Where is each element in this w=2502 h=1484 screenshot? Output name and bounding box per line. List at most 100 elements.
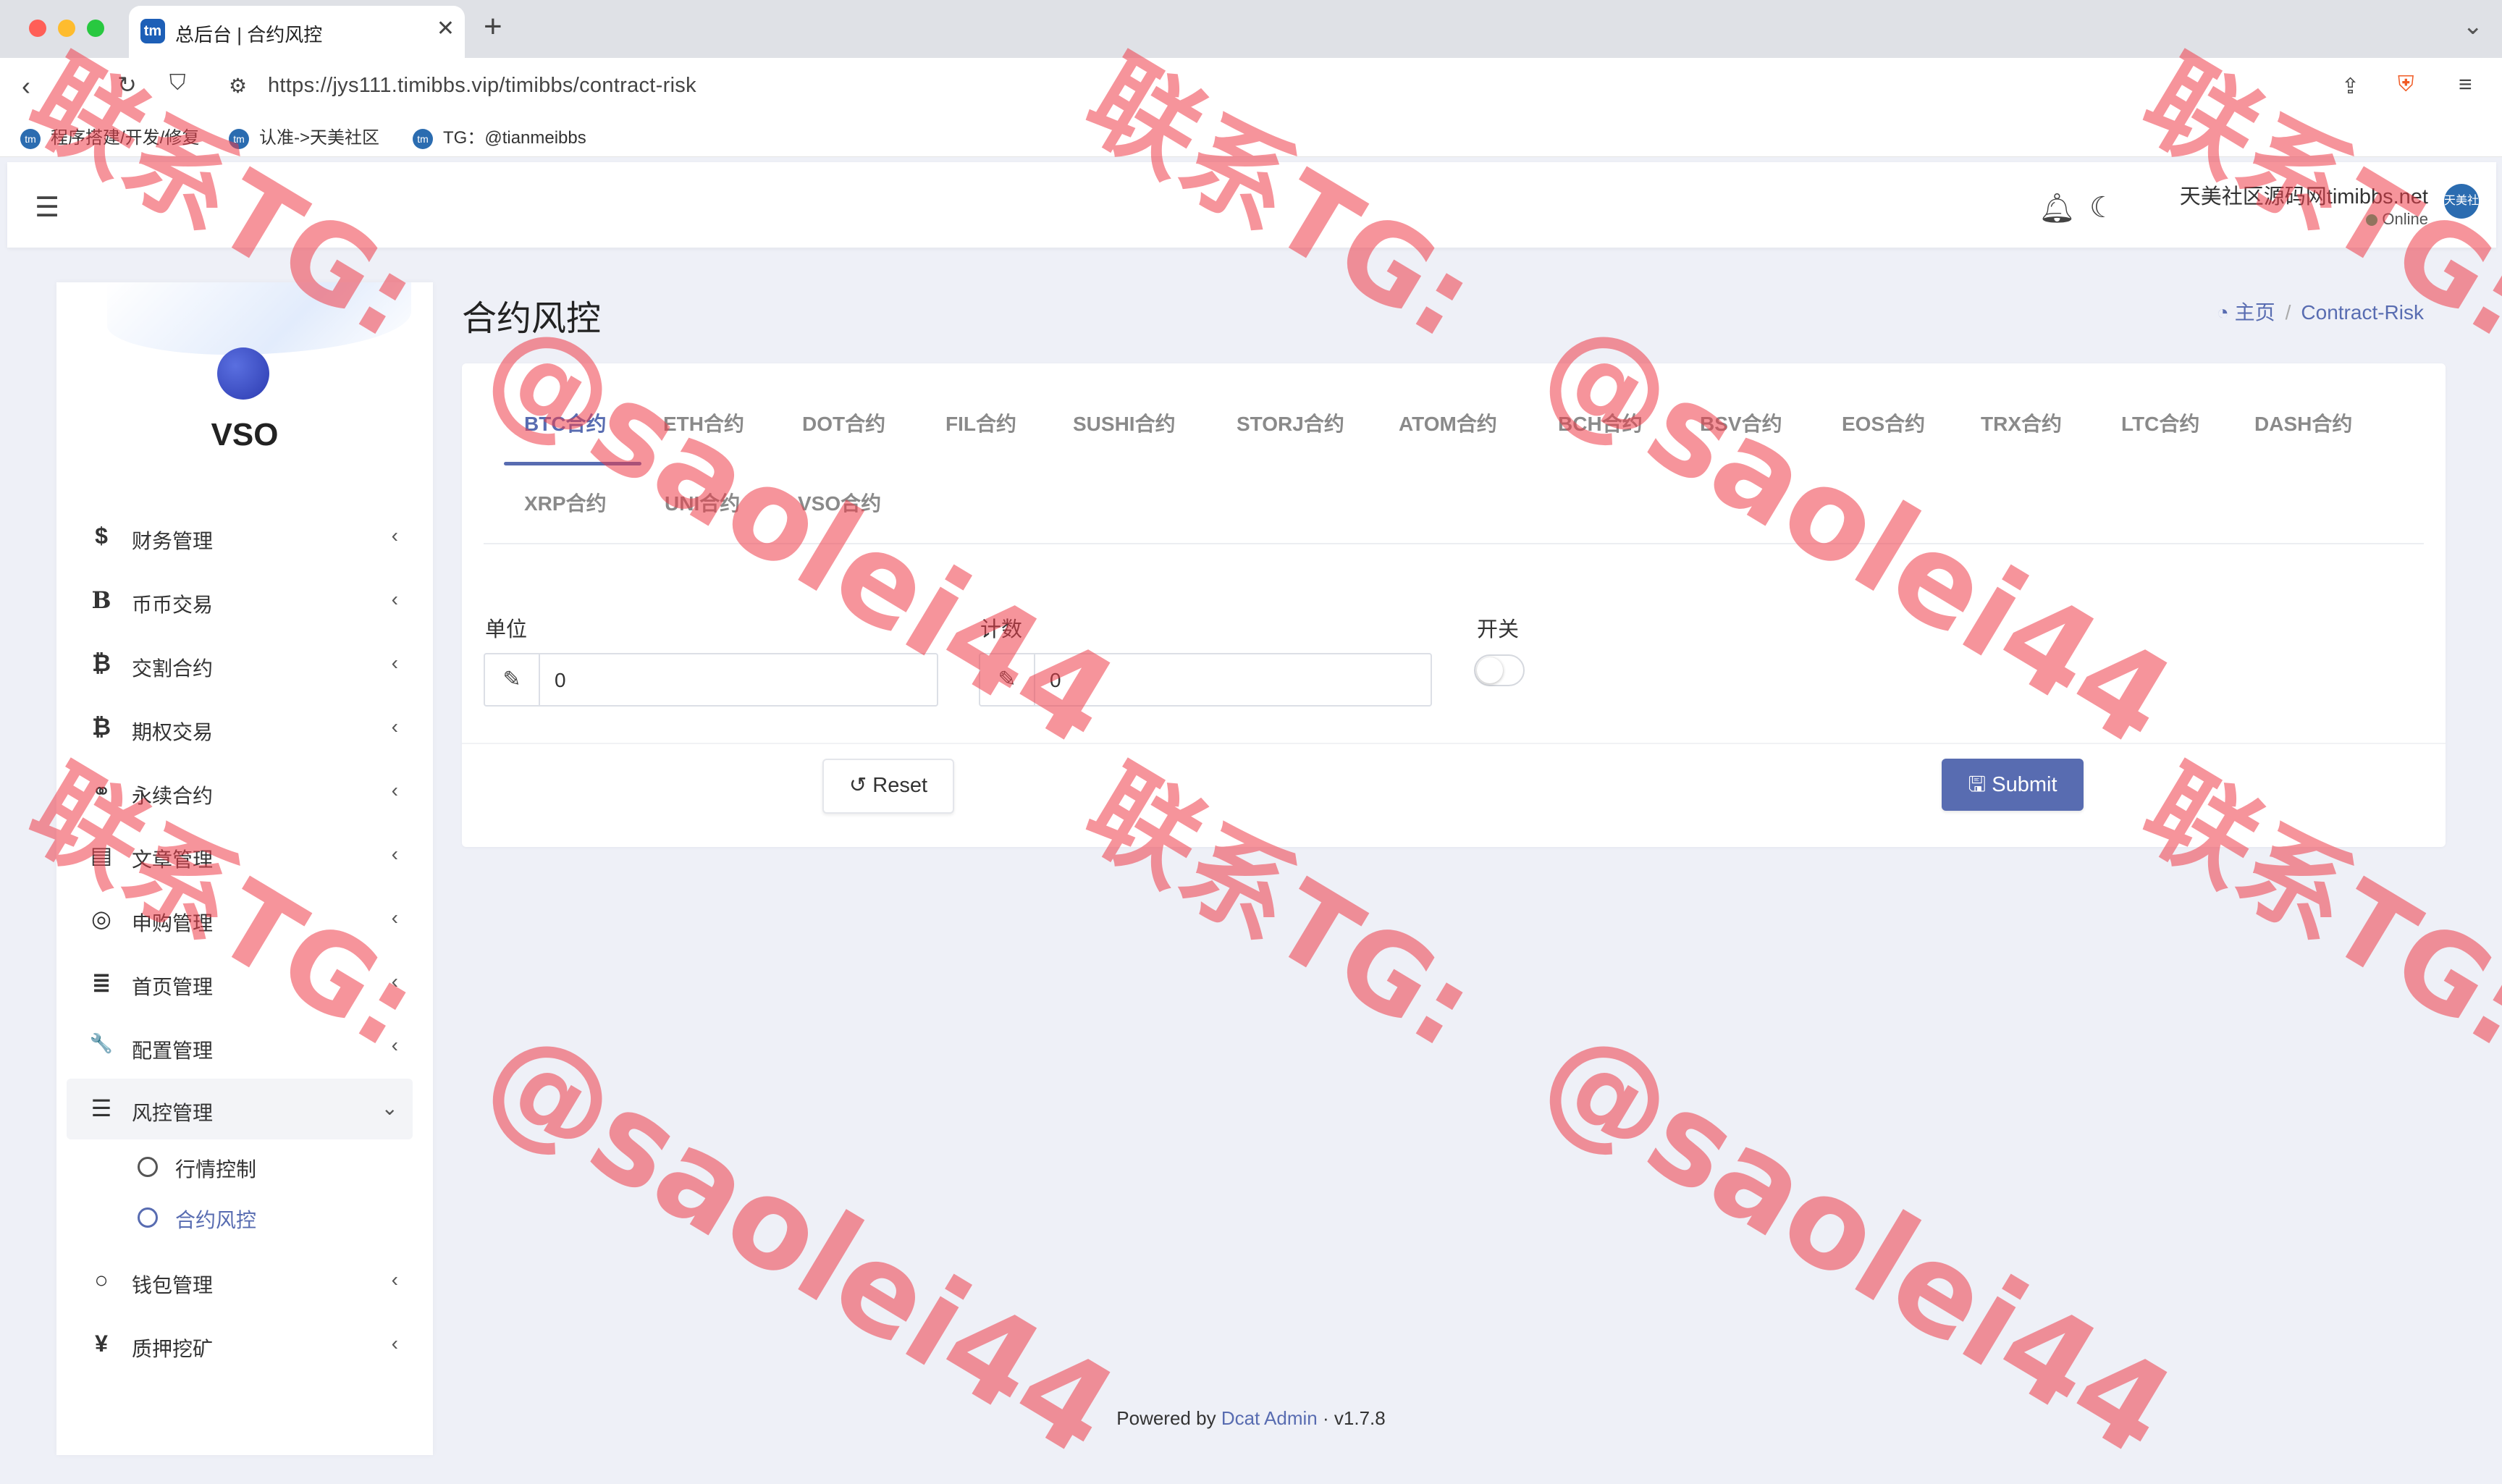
submenu-label: 行情控制 <box>175 1158 257 1181</box>
sidebar-item-label: 钱包管理 <box>132 1274 214 1297</box>
share-icon[interactable]: ⇪ <box>2341 74 2359 99</box>
btc-icon: ₿ <box>91 650 111 676</box>
tab-atom[interactable]: ATOM合约 <box>1399 408 1497 437</box>
sidebar-item-label: 交割合约 <box>132 657 214 680</box>
browser-tab[interactable]: tm 总后台 | 合约风控 ✕ <box>129 6 465 58</box>
brand-logo-icon <box>217 347 269 400</box>
sidebar-toggle-icon[interactable]: ☰ <box>35 191 59 224</box>
tab-eos[interactable]: EOS合约 <box>1842 408 1925 437</box>
switch-label: 开关 <box>1477 618 1520 641</box>
breadcrumb: ◔ 主页 / Contract-Risk <box>2217 297 2424 326</box>
bookmark-label: 认准->天美社区 <box>259 128 380 148</box>
submit-button[interactable]: 🖫 Submit <box>1942 759 2084 811</box>
sidebar-item-label: 申购管理 <box>132 912 214 935</box>
bookmark-item[interactable]: tm TG：@tianmeibbs <box>413 123 586 149</box>
pencil-icon: ✎ <box>485 654 540 705</box>
tab-bch[interactable]: BCH合约 <box>1558 408 1643 437</box>
tab-close-icon[interactable]: ✕ <box>437 16 455 41</box>
tab-storj[interactable]: STORJ合约 <box>1237 408 1344 437</box>
maximize-window-button[interactable] <box>87 20 104 37</box>
tab-favicon-icon: tm <box>140 19 165 43</box>
browser-titlebar: tm 总后台 | 合约风控 ✕ + ⌄ <box>0 0 2502 58</box>
tab-btc[interactable]: BTC合约 <box>524 408 607 437</box>
submenu-item-contract-risk[interactable]: 合约风控 <box>67 1193 413 1241</box>
online-dot-icon <box>2366 214 2378 227</box>
tab-eth[interactable]: ETH合约 <box>663 408 744 437</box>
count-value: 0 <box>1050 669 1061 691</box>
bookmark-item[interactable]: tm 程序搭建/开发/修复 <box>20 123 199 149</box>
breadcrumb-home[interactable]: 主页 <box>2235 301 2275 324</box>
chevron-left-icon: ‹ <box>391 906 398 929</box>
sidebar-item-finance[interactable]: $ 财务管理 ‹ <box>67 507 413 568</box>
breadcrumb-separator: / <box>2285 301 2291 324</box>
submenu-item-market-control[interactable]: 行情控制 <box>67 1142 413 1190</box>
avatar[interactable]: 天美社区 <box>2444 184 2479 242</box>
dark-mode-icon[interactable]: ☾ <box>2089 191 2115 224</box>
sidebar-decoration <box>107 282 411 355</box>
sidebar-item-delivery-contract[interactable]: ₿ 交割合约 ‹ <box>67 634 413 695</box>
bookmark-icon[interactable]: ⛉ <box>169 71 186 96</box>
tab-list-chevron-icon[interactable]: ⌄ <box>2463 12 2484 41</box>
menu-icon[interactable]: ≡ <box>2459 71 2472 98</box>
minimize-window-button[interactable] <box>58 20 75 37</box>
chevron-left-icon: ‹ <box>391 1268 398 1291</box>
unit-field[interactable]: ✎ 0 <box>484 653 938 707</box>
circle-icon <box>138 1157 158 1177</box>
online-status: Online <box>2366 210 2428 229</box>
sidebar-item-spot-trading[interactable]: B 币币交易 ‹ <box>67 570 413 631</box>
reset-button[interactable]: ↺ Reset <box>822 759 954 814</box>
sidebar-item-label: 质押挖矿 <box>132 1338 214 1360</box>
sidebar-item-articles[interactable]: ▤ 文章管理 ‹ <box>67 825 413 886</box>
address-bar: ‹ ↻ ⛉ ⚙ https://jys111.timibbs.vip/timib… <box>0 58 2502 116</box>
sidebar-item-homepage[interactable]: ≣ 首页管理 ‹ <box>67 953 413 1013</box>
lifering-icon: ◎ <box>91 906 111 932</box>
sidebar-item-options[interactable]: ₿ 期权交易 ‹ <box>67 698 413 759</box>
app-header: ☰ 🔔︎ ☾ 天美社区源码网timibbs.net Online 天美社区 <box>7 162 2496 248</box>
tab-bsv[interactable]: BSV合约 <box>1700 408 1782 437</box>
notification-bell-icon[interactable]: 🔔︎ <box>2039 191 2076 225</box>
bookmark-favicon-icon: tm <box>413 128 433 149</box>
tab-xrp[interactable]: XRP合约 <box>524 488 607 517</box>
reload-icon[interactable]: ↻ <box>117 71 137 98</box>
tab-vso[interactable]: VSO合约 <box>798 488 881 517</box>
unit-value: 0 <box>555 669 566 691</box>
tab-ltc[interactable]: LTC合约 <box>2121 408 2199 437</box>
bookmarks-bar: tm 程序搭建/开发/修复 tm 认准->天美社区 tm TG：@tianmeibbs <box>0 116 2502 157</box>
site-settings-icon[interactable]: ⚙ <box>229 74 247 98</box>
tab-sushi[interactable]: SUSHI合约 <box>1073 408 1176 437</box>
chevron-left-icon: ‹ <box>391 588 398 610</box>
tab-dash[interactable]: DASH合约 <box>2254 408 2352 437</box>
sidebar: VSO $ 财务管理 ‹ B 币币交易 ‹ ₿ 交割合约 ‹ ₿ 期权交易 ‹ … <box>56 282 433 1455</box>
sidebar-item-subscription[interactable]: ◎ 申购管理 ‹ <box>67 889 413 950</box>
tab-dot[interactable]: DOT合约 <box>802 408 885 437</box>
count-field[interactable]: ✎ 0 <box>979 653 1432 707</box>
user-name[interactable]: 天美社区源码网timibbs.net <box>2180 180 2428 210</box>
switch-knob <box>1477 657 1503 683</box>
sidebar-item-wallet[interactable]: ○ 钱包管理 ‹ <box>67 1251 413 1312</box>
new-tab-icon[interactable]: + <box>484 9 502 45</box>
footer-version: · v1.7.8 <box>1323 1407 1386 1429</box>
bookmark-favicon-icon: tm <box>229 128 249 149</box>
chevron-left-icon: ‹ <box>391 652 398 674</box>
list-icon: ≣ <box>91 969 111 995</box>
sidebar-item-risk-control[interactable]: ☰ 风控管理 ⌄ <box>67 1079 413 1139</box>
footer-link[interactable]: Dcat Admin <box>1221 1407 1318 1429</box>
brave-shield-icon[interactable]: ⛨ <box>2398 72 2414 97</box>
circle-icon <box>138 1207 158 1228</box>
page-title: 合约风控 <box>462 300 602 338</box>
url-field[interactable]: https://jys111.timibbs.vip/timibbs/contr… <box>268 74 696 98</box>
bookmark-item[interactable]: tm 认准->天美社区 <box>229 123 379 149</box>
tab-fil[interactable]: FIL合约 <box>945 408 1016 437</box>
sidebar-item-staking[interactable]: ¥ 质押挖矿 ‹ <box>67 1315 413 1375</box>
tab-trx[interactable]: TRX合约 <box>1981 408 2062 437</box>
form-footer-divider <box>462 743 2446 744</box>
sidebar-item-config[interactable]: 🔧 配置管理 ‹ <box>67 1016 413 1077</box>
wrench-icon: 🔧 <box>89 1032 114 1054</box>
sidebar-item-perpetual[interactable]: ⚭ 永续合约 ‹ <box>67 762 413 822</box>
reset-label: Reset <box>872 774 928 797</box>
close-window-button[interactable] <box>29 20 46 37</box>
back-icon[interactable]: ‹ <box>22 71 30 101</box>
chevron-left-icon: ‹ <box>391 970 398 992</box>
tab-uni[interactable]: UNI合约 <box>665 488 740 517</box>
enable-switch[interactable] <box>1474 654 1525 686</box>
